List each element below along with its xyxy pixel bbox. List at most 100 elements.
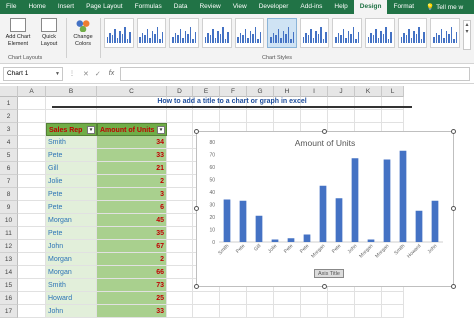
sales-rep-cell[interactable]: Pete — [46, 149, 97, 162]
cell[interactable] — [18, 123, 46, 136]
chart-object[interactable]: Amount of Units 0 10 20 30 40 50 60 70 80 Smith Pe… — [194, 129, 456, 289]
row-header[interactable]: 10 — [0, 214, 18, 227]
cell[interactable] — [301, 110, 328, 123]
cell[interactable] — [274, 305, 301, 318]
cell[interactable] — [18, 240, 46, 253]
chart-bar[interactable] — [271, 239, 279, 243]
gallery-scroll-button[interactable]: ▴ ▾ — [463, 20, 471, 50]
formula-input[interactable] — [120, 66, 470, 81]
chart-bar[interactable] — [431, 200, 439, 242]
sales-rep-cell[interactable]: Smith — [46, 136, 97, 149]
chart-bar[interactable] — [399, 150, 407, 242]
chart-bar[interactable] — [303, 234, 311, 243]
cell[interactable] — [167, 305, 193, 318]
insert-function-button[interactable]: fx — [109, 70, 114, 77]
cell[interactable] — [167, 149, 193, 162]
chart-bar[interactable] — [255, 215, 263, 242]
cell[interactable] — [328, 110, 355, 123]
units-cell[interactable]: 2 — [97, 175, 167, 188]
row-header[interactable]: 7 — [0, 175, 18, 188]
cancel-icon[interactable]: ✕ — [83, 70, 89, 78]
column-header-i[interactable]: I — [301, 86, 328, 97]
tab-design[interactable]: Design — [353, 0, 388, 14]
column-header-b[interactable]: B — [46, 86, 97, 97]
cell[interactable] — [355, 110, 382, 123]
sales-rep-cell[interactable]: Jolie — [46, 175, 97, 188]
cell[interactable] — [382, 110, 404, 123]
axis-title[interactable]: Axis Title — [314, 269, 344, 278]
tab-help[interactable]: Help — [328, 0, 353, 14]
units-cell[interactable]: 21 — [97, 162, 167, 175]
cell[interactable] — [247, 305, 274, 318]
row-header[interactable]: 4 — [0, 136, 18, 149]
row-header[interactable]: 17 — [0, 305, 18, 318]
cell[interactable] — [18, 214, 46, 227]
chart-bar[interactable] — [239, 200, 247, 242]
tab-format[interactable]: Format — [387, 0, 420, 14]
chart-bar[interactable] — [287, 238, 295, 242]
sales-rep-cell[interactable]: Morgan — [46, 214, 97, 227]
units-cell[interactable]: 3 — [97, 188, 167, 201]
change-colors-button[interactable]: Change Colors — [68, 18, 98, 56]
chart-bar[interactable] — [367, 239, 375, 243]
row-header[interactable]: 12 — [0, 240, 18, 253]
chart-style-option[interactable] — [299, 18, 330, 48]
chart-style-option[interactable] — [365, 18, 395, 48]
sales-rep-cell[interactable]: Pete — [46, 227, 97, 240]
row-header[interactable]: 1 — [0, 97, 18, 110]
tab-home[interactable]: Home — [22, 0, 51, 14]
cell[interactable] — [18, 305, 46, 318]
sales-rep-cell[interactable]: John — [46, 240, 97, 253]
chart-bar[interactable] — [351, 158, 359, 242]
cell[interactable] — [193, 305, 220, 318]
sales-rep-cell[interactable]: Smith — [46, 279, 97, 292]
select-all-corner[interactable] — [0, 86, 18, 97]
column-header-l[interactable]: L — [382, 86, 404, 97]
cell[interactable] — [193, 110, 220, 123]
sales-rep-cell[interactable]: Pete — [46, 188, 97, 201]
header-cell-amount-of-units[interactable]: Amount of Units ▾ — [97, 123, 167, 136]
sales-rep-cell[interactable]: Pete — [46, 201, 97, 214]
chart-bar[interactable] — [383, 159, 391, 243]
units-cell[interactable]: 2 — [97, 253, 167, 266]
cell[interactable] — [167, 292, 193, 305]
cell[interactable] — [18, 110, 46, 123]
resize-handle[interactable] — [194, 129, 199, 134]
chart-bar[interactable] — [415, 210, 423, 242]
cell[interactable] — [301, 305, 328, 318]
cell[interactable] — [167, 279, 193, 292]
row-header[interactable]: 16 — [0, 292, 18, 305]
chart-style-option[interactable] — [169, 18, 199, 48]
cell[interactable] — [220, 292, 247, 305]
cell[interactable] — [247, 292, 274, 305]
cell[interactable] — [274, 110, 301, 123]
tab-developer[interactable]: Developer — [253, 0, 295, 14]
cell[interactable] — [167, 240, 193, 253]
units-cell[interactable]: 45 — [97, 214, 167, 227]
tab-insert[interactable]: Insert — [52, 0, 80, 14]
units-cell[interactable]: 33 — [97, 149, 167, 162]
add-chart-element-button[interactable]: Add Chart Element — [3, 18, 33, 56]
resize-handle[interactable] — [451, 206, 456, 211]
chart-style-option[interactable] — [430, 18, 461, 48]
sales-rep-cell[interactable]: John — [46, 305, 97, 318]
enter-icon[interactable]: ✓ — [95, 70, 101, 78]
tab-view[interactable]: View — [227, 0, 253, 14]
cell[interactable] — [382, 292, 404, 305]
row-header[interactable]: 6 — [0, 162, 18, 175]
units-cell[interactable]: 6 — [97, 201, 167, 214]
cell[interactable] — [220, 110, 247, 123]
row-header[interactable]: 11 — [0, 227, 18, 240]
column-header-e[interactable]: E — [193, 86, 220, 97]
sales-rep-cell[interactable]: Morgan — [46, 266, 97, 279]
tell-me-search[interactable]: Tell me w — [436, 4, 463, 11]
cell[interactable] — [167, 110, 193, 123]
chart-style-option[interactable] — [234, 18, 265, 48]
cell[interactable] — [18, 136, 46, 149]
tab-file[interactable]: File — [0, 0, 22, 14]
cell[interactable] — [18, 279, 46, 292]
sales-rep-cell[interactable]: Howard — [46, 292, 97, 305]
cell[interactable] — [274, 292, 301, 305]
chart-bar[interactable] — [335, 198, 343, 242]
cell[interactable] — [167, 188, 193, 201]
